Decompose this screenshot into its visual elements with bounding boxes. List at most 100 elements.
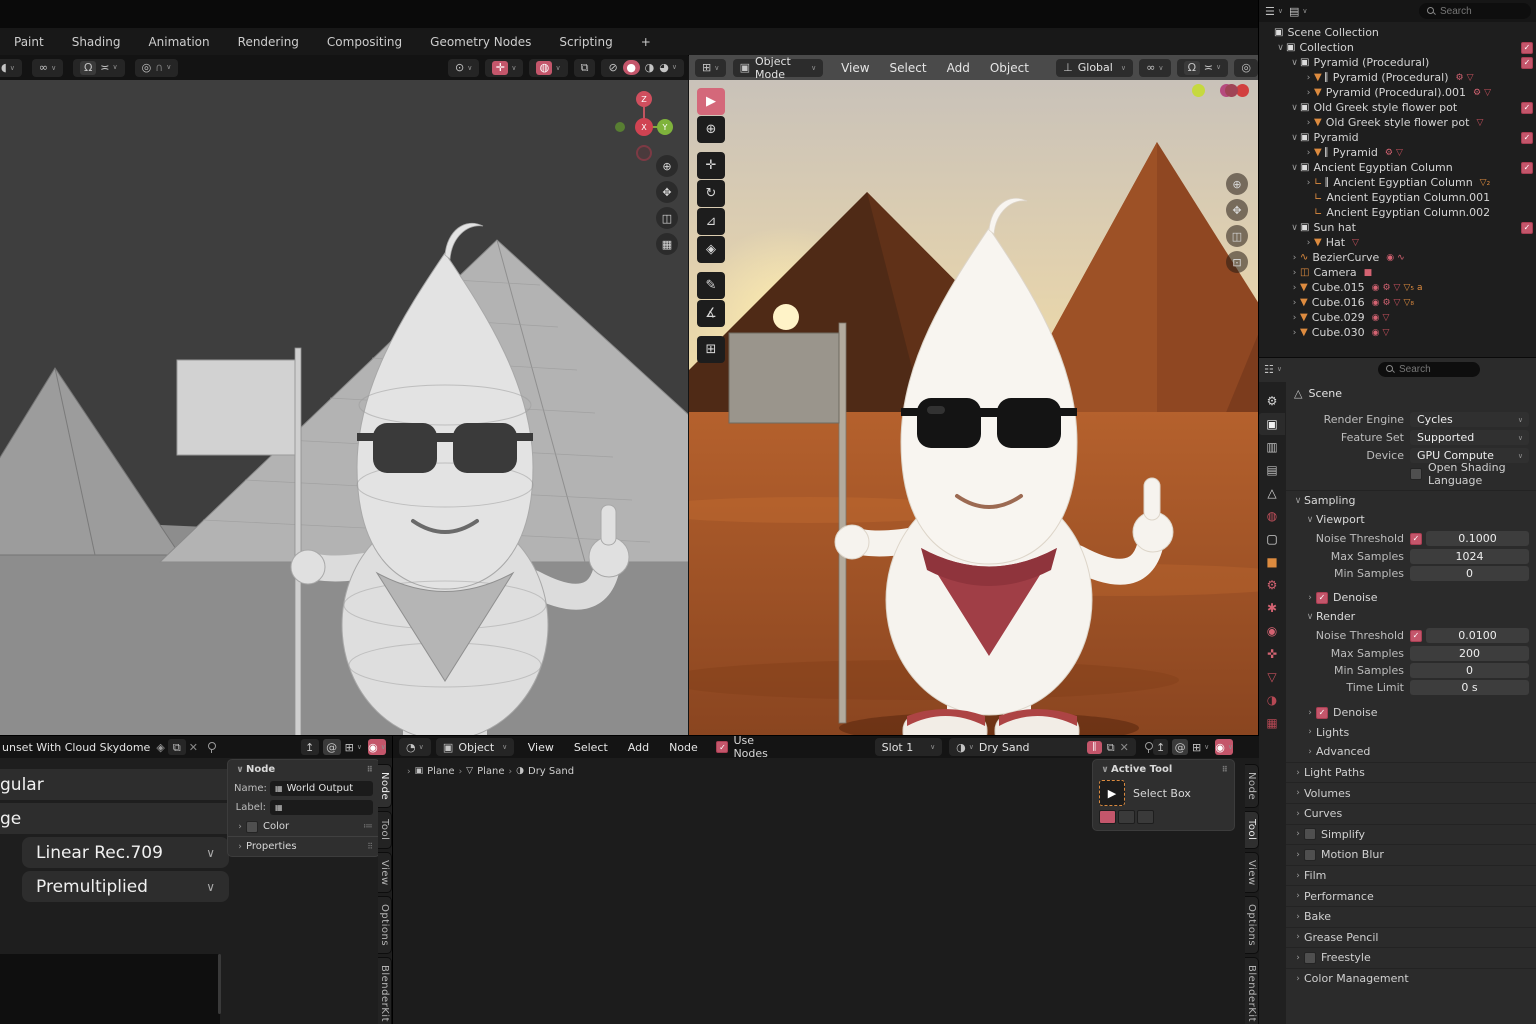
tool-button[interactable]: ∡ [697, 300, 725, 327]
collection-checkbox[interactable] [1521, 102, 1533, 114]
properties-section-row[interactable]: › Light Paths [1286, 762, 1536, 783]
node-dropdown[interactable]: Linear Rec.709 [22, 837, 229, 868]
expand-toggle-icon[interactable]: › [1289, 268, 1300, 278]
data-badge-icon[interactable]: ▽ [1352, 238, 1359, 248]
unlink-icon[interactable]: ✕ [189, 742, 198, 753]
gizmos-dropdown[interactable]: ✛ [485, 59, 523, 77]
orientation-dropdown[interactable]: ⊥ Global [1056, 59, 1133, 77]
expand-toggle-icon[interactable]: › [1303, 148, 1314, 158]
data-badge-icon[interactable]: ⚙ [1385, 148, 1393, 158]
overlays-dropdown[interactable]: ◍ [529, 59, 567, 77]
expand-toggle-icon[interactable]: ∨ [1289, 163, 1300, 173]
collection-checkbox[interactable] [1521, 162, 1533, 174]
properties-tab-icon[interactable]: ◉ [1259, 620, 1285, 642]
properties-search-input[interactable] [1399, 363, 1457, 376]
collection-checkbox[interactable] [1521, 42, 1533, 54]
viewport-menu-item[interactable]: Add [947, 61, 970, 75]
tool-button[interactable]: ↻ [697, 180, 725, 207]
display-mode-icon[interactable]: ▤ [1289, 6, 1308, 17]
workspace-tab[interactable]: Shading [58, 28, 135, 55]
outliner-row[interactable]: ∨ ▣ Sun hat [1259, 220, 1536, 235]
magnet-icon[interactable]: Ω [1184, 61, 1200, 75]
viewport-menu-item[interactable]: Object [990, 61, 1029, 75]
copy-material-icon[interactable]: ⧉ [1107, 742, 1115, 753]
properties-editor-icon[interactable]: ☷ [1264, 364, 1282, 375]
osl-checkbox[interactable] [1410, 468, 1422, 480]
outliner-row[interactable]: › ▼ Cube.015 ◉⚙▽▽₅a [1259, 280, 1536, 295]
color-label[interactable]: Color [263, 821, 289, 832]
workspace-tab[interactable]: + [627, 28, 665, 55]
viewport-menu-item[interactable]: Select [890, 61, 927, 75]
magnet-icon[interactable]: Ω [80, 61, 96, 75]
outliner-item-name[interactable]: Pyramid (Procedural) [1313, 56, 1429, 69]
data-badge-icon[interactable]: ⚙ [1382, 298, 1390, 308]
outliner-row[interactable]: › ∟∥ Ancient Egyptian Column ▽₂ [1259, 175, 1536, 190]
copy-datablock-icon[interactable]: ⧉ [168, 739, 186, 755]
proportional-toggle[interactable]: ◎ [1234, 59, 1258, 77]
outliner-item-name[interactable]: Ancient Egyptian Column.001 [1326, 191, 1490, 204]
data-badge-icon[interactable]: ▽ [1396, 148, 1403, 158]
vp-min-samples[interactable]: 0 [1410, 566, 1529, 581]
properties-tab-icon[interactable]: ✜ [1259, 643, 1285, 665]
data-badge-icon[interactable]: ▽ [1382, 313, 1389, 323]
pivot-point-dropdown[interactable]: ◖ [0, 59, 22, 77]
breadcrumb[interactable]: Scene [1308, 387, 1342, 400]
select-mode-new[interactable] [1099, 810, 1116, 824]
data-badge-icon[interactable]: ◉ [1372, 328, 1380, 338]
material-shading-icon[interactable]: ◑ [645, 62, 655, 73]
data-badge-icon[interactable]: ◉ [1372, 283, 1380, 293]
render-engine-select[interactable]: Cycles [1410, 412, 1529, 427]
properties-section-row[interactable]: › Curves [1286, 803, 1536, 824]
section-checkbox[interactable] [1316, 707, 1328, 719]
shader-menu-item[interactable]: View [528, 741, 554, 754]
outliner-item-name[interactable]: Sun hat [1313, 221, 1355, 234]
properties-tab-icon[interactable]: ■ [1259, 551, 1285, 573]
outliner-row[interactable]: › ▼∥ Pyramid (Procedural) ⚙▽ [1259, 70, 1536, 85]
tool-button[interactable]: ✛ [697, 152, 725, 179]
expand-toggle-icon[interactable]: › [1289, 253, 1300, 263]
properties-label[interactable]: Properties [246, 841, 297, 852]
outliner-item-name[interactable]: Hat [1326, 236, 1345, 249]
properties-section-row[interactable]: › Lights [1286, 723, 1536, 743]
sidebar-tab[interactable]: Node [1245, 764, 1259, 808]
fake-user-shield-icon[interactable]: ◈ [156, 742, 164, 753]
expand-toggle-icon[interactable]: ∨ [1289, 133, 1300, 143]
outliner-row[interactable]: ∨ ▣ Ancient Egyptian Column [1259, 160, 1536, 175]
parent-tree-up-icon[interactable]: ↥ [301, 739, 319, 755]
outliner-item-name[interactable]: Pyramid [1313, 131, 1358, 144]
data-badge-icon[interactable]: a [1417, 283, 1423, 293]
properties-section-row[interactable]: › Freestyle [1286, 947, 1536, 968]
grid-snap-icon[interactable]: ⊞ [1192, 742, 1209, 753]
section-checkbox[interactable] [1304, 849, 1316, 861]
outliner-item-name[interactable]: Ancient Egyptian Column [1313, 161, 1452, 174]
vp-noise-value[interactable]: 0.1000 [1426, 531, 1529, 546]
viewport-menu-item[interactable]: View [841, 61, 869, 75]
vp-denoise-checkbox[interactable] [1316, 592, 1328, 604]
pin-icon[interactable] [1144, 742, 1153, 753]
render-min-samples[interactable]: 0 [1410, 663, 1529, 678]
tool-button[interactable]: ⊕ [697, 116, 725, 143]
outliner-row[interactable]: ∟ Ancient Egyptian Column.001 [1259, 190, 1536, 205]
outliner-row[interactable]: ∟ Ancient Egyptian Column.002 [1259, 205, 1536, 220]
sidebar-tab[interactable]: Tool [1245, 811, 1259, 848]
select-mode-subtract[interactable] [1137, 810, 1154, 824]
node-color-checkbox[interactable] [246, 821, 258, 833]
section-sampling[interactable]: Sampling [1304, 494, 1356, 507]
outliner-item-name[interactable]: Cube.016 [1312, 296, 1365, 309]
unlink-material-icon[interactable]: ✕ [1120, 742, 1129, 753]
workspace-tab[interactable]: Paint [0, 28, 58, 55]
shader-menu-item[interactable]: Select [574, 741, 608, 754]
section-denoise-viewport[interactable]: Denoise [1333, 591, 1378, 604]
data-badge-icon[interactable]: ▽ [1394, 298, 1401, 308]
collection-checkbox[interactable] [1521, 132, 1533, 144]
outliner-row[interactable]: › ▼ Hat ▽ [1259, 235, 1536, 250]
world-datablock-name[interactable]: unset With Cloud Skydome [2, 741, 150, 754]
wireframe-shading-icon[interactable]: ⊘ [608, 62, 617, 73]
outliner-item-name[interactable]: Collection [1299, 41, 1353, 54]
preview-sphere-icon[interactable]: ◉ [1215, 739, 1233, 755]
properties-tab-icon[interactable]: ⚙ [1259, 574, 1285, 596]
workspace-tab[interactable]: Compositing [313, 28, 416, 55]
node-label-field[interactable]: ▦ [270, 800, 373, 815]
select-box-tool-icon[interactable]: ▶ [1099, 780, 1125, 806]
node-dropdown[interactable]: Premultiplied [22, 871, 229, 902]
